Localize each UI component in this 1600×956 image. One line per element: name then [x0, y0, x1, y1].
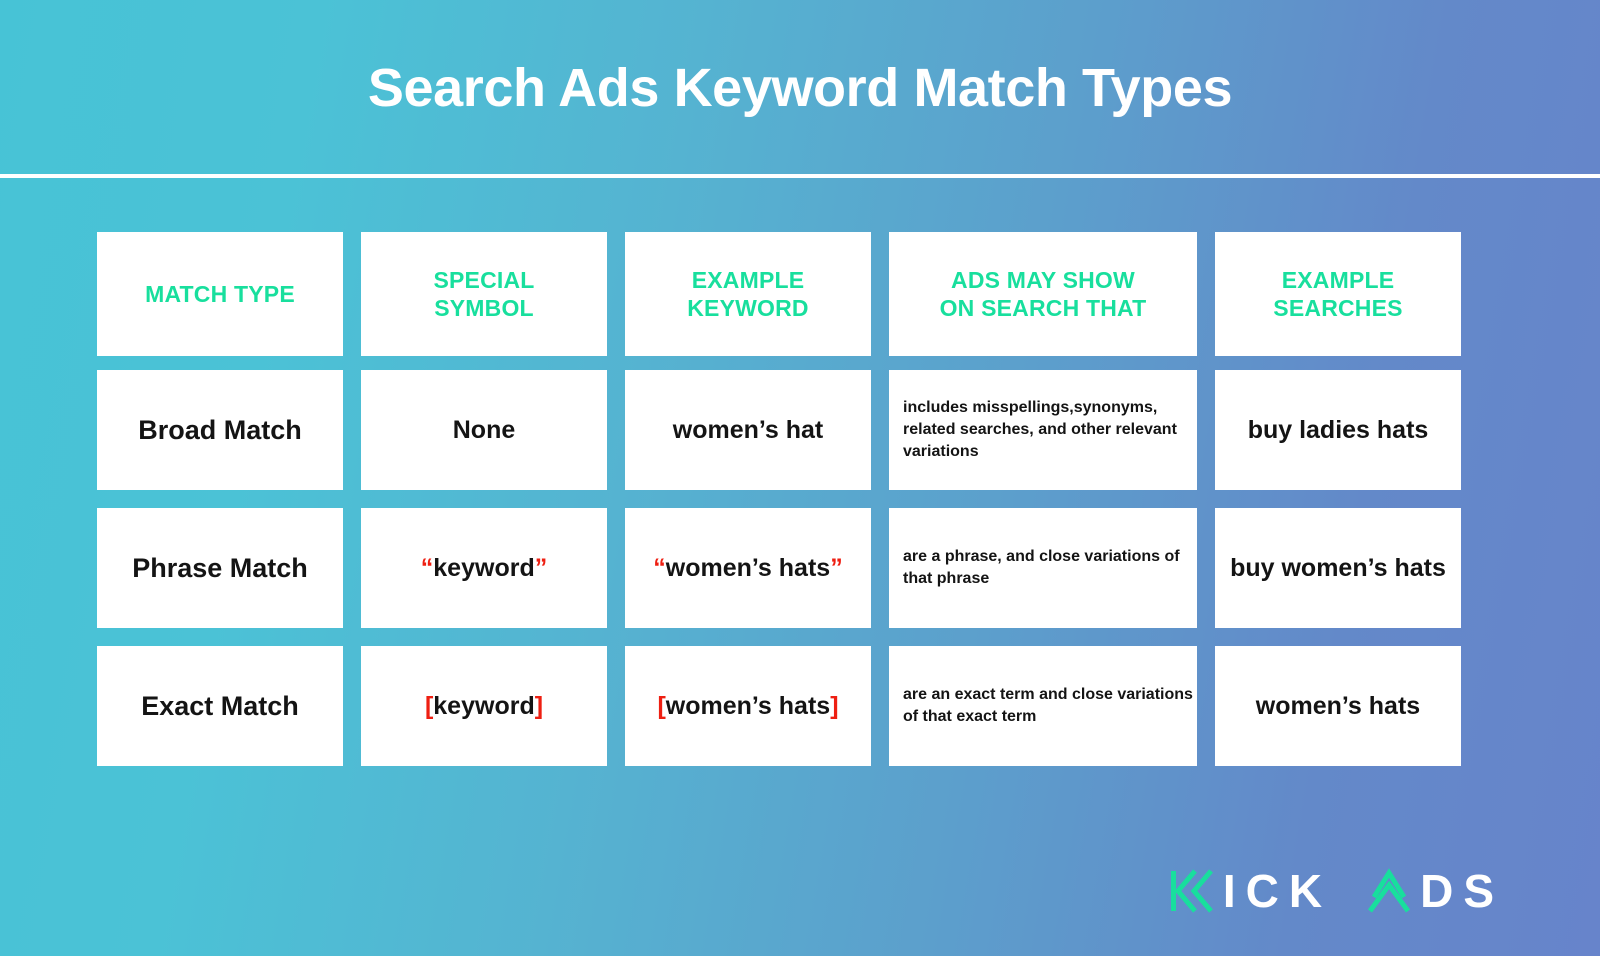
cell-match-type: Phrase Match [97, 508, 343, 628]
table-header-row: MATCH TYPE SPECIAL SYMBOL EXAMPLE KEYWORD … [97, 232, 1471, 356]
example-searches-value: women’s hats [1255, 691, 1421, 720]
example-keyword-value: [women’s hats] [657, 692, 838, 721]
double-chevron-left-icon [1170, 869, 1213, 913]
cell-example-keyword: “women’s hats” [625, 508, 871, 628]
keyword-prefix: [ [657, 691, 666, 720]
cell-special-symbol: None [361, 370, 607, 490]
special-symbol-value: [keyword] [425, 692, 543, 721]
table-row: Exact Match [keyword] [women’s hats] are… [97, 646, 1471, 766]
title-area: Search Ads Keyword Match Types [0, 0, 1600, 176]
double-chevron-up-icon [1368, 868, 1411, 913]
symbol-core: keyword [433, 691, 535, 720]
special-symbol-value: None [453, 416, 516, 445]
ads-may-show-description: includes misspellings,synonyms, related … [903, 398, 1177, 461]
cell-ads-may-show: includes misspellings,synonyms, related … [889, 370, 1197, 490]
keyword-core: women’s hat [672, 415, 824, 444]
cell-special-symbol: [keyword] [361, 646, 607, 766]
title-divider [0, 174, 1600, 178]
match-type-label: Exact Match [141, 690, 299, 721]
cell-example-searches: women’s hats [1215, 646, 1461, 766]
keyword-prefix: “ [653, 553, 666, 582]
special-symbol-value: “keyword” [421, 554, 547, 583]
symbol-suffix: ” [534, 553, 548, 582]
cell-example-keyword: [women’s hats] [625, 646, 871, 766]
page-title: Search Ads Keyword Match Types [367, 58, 1233, 118]
header-cell-match-type: MATCH TYPE [97, 232, 343, 356]
ads-may-show-description: are an exact term and close variations o… [903, 685, 1193, 725]
example-searches-value: buy ladies hats [1247, 415, 1429, 444]
keyword-core: women’s hats [665, 691, 831, 720]
cell-ads-may-show: are a phrase, and close variations of th… [889, 508, 1197, 628]
keyword-suffix: ] [830, 691, 839, 720]
header-label-special-symbol: SPECIAL SYMBOL [433, 266, 535, 321]
table-row: Phrase Match “keyword” “women’s hats” ar… [97, 508, 1471, 628]
ads-may-show-description: are a phrase, and close variations of th… [903, 547, 1180, 587]
match-type-label: Phrase Match [132, 552, 308, 583]
example-keyword-value: “women’s hats” [653, 554, 842, 583]
cell-match-type: Exact Match [97, 646, 343, 766]
infographic-poster: Search Ads Keyword Match Types MATCH TYP… [0, 0, 1600, 956]
header-label-example-keyword: EXAMPLE KEYWORD [687, 266, 809, 321]
header-label-match-type: MATCH TYPE [145, 280, 295, 307]
cell-example-searches: buy ladies hats [1215, 370, 1461, 490]
cell-ads-may-show: are an exact term and close variations o… [889, 646, 1197, 766]
symbol-suffix: ] [534, 691, 544, 720]
header-cell-example-searches: EXAMPLE SEARCHES [1215, 232, 1461, 356]
kick-ads-logo: ICK DS [1170, 864, 1504, 918]
example-keyword-value: women’s hat [673, 416, 824, 445]
logo-word-ads: DS [1366, 867, 1504, 915]
cell-special-symbol: “keyword” [361, 508, 607, 628]
table-row: Broad Match None women’s hat includes mi… [97, 370, 1471, 490]
symbol-prefix: “ [420, 553, 434, 582]
header-cell-ads-may-show: ADS MAY SHOW ON SEARCH THAT [889, 232, 1197, 356]
logo-word-kick: ICK [1170, 865, 1333, 917]
symbol-core: None [452, 415, 516, 444]
logo-text-ds: DS [1420, 865, 1504, 917]
keyword-core: women’s hats [665, 553, 831, 582]
cell-example-searches: buy women’s hats [1215, 508, 1461, 628]
symbol-core: keyword [433, 553, 535, 582]
cell-example-keyword: women’s hat [625, 370, 871, 490]
logo-text-ick: ICK [1222, 865, 1333, 917]
header-label-example-searches: EXAMPLE SEARCHES [1273, 266, 1403, 321]
header-label-ads-may-show: ADS MAY SHOW ON SEARCH THAT [939, 266, 1147, 321]
keyword-suffix: ” [830, 553, 843, 582]
cell-match-type: Broad Match [97, 370, 343, 490]
match-types-table: MATCH TYPE SPECIAL SYMBOL EXAMPLE KEYWORD … [97, 232, 1471, 766]
header-cell-special-symbol: SPECIAL SYMBOL [361, 232, 607, 356]
header-cell-example-keyword: EXAMPLE KEYWORD [625, 232, 871, 356]
example-searches-value: buy women’s hats [1230, 553, 1446, 582]
match-type-label: Broad Match [138, 414, 302, 445]
